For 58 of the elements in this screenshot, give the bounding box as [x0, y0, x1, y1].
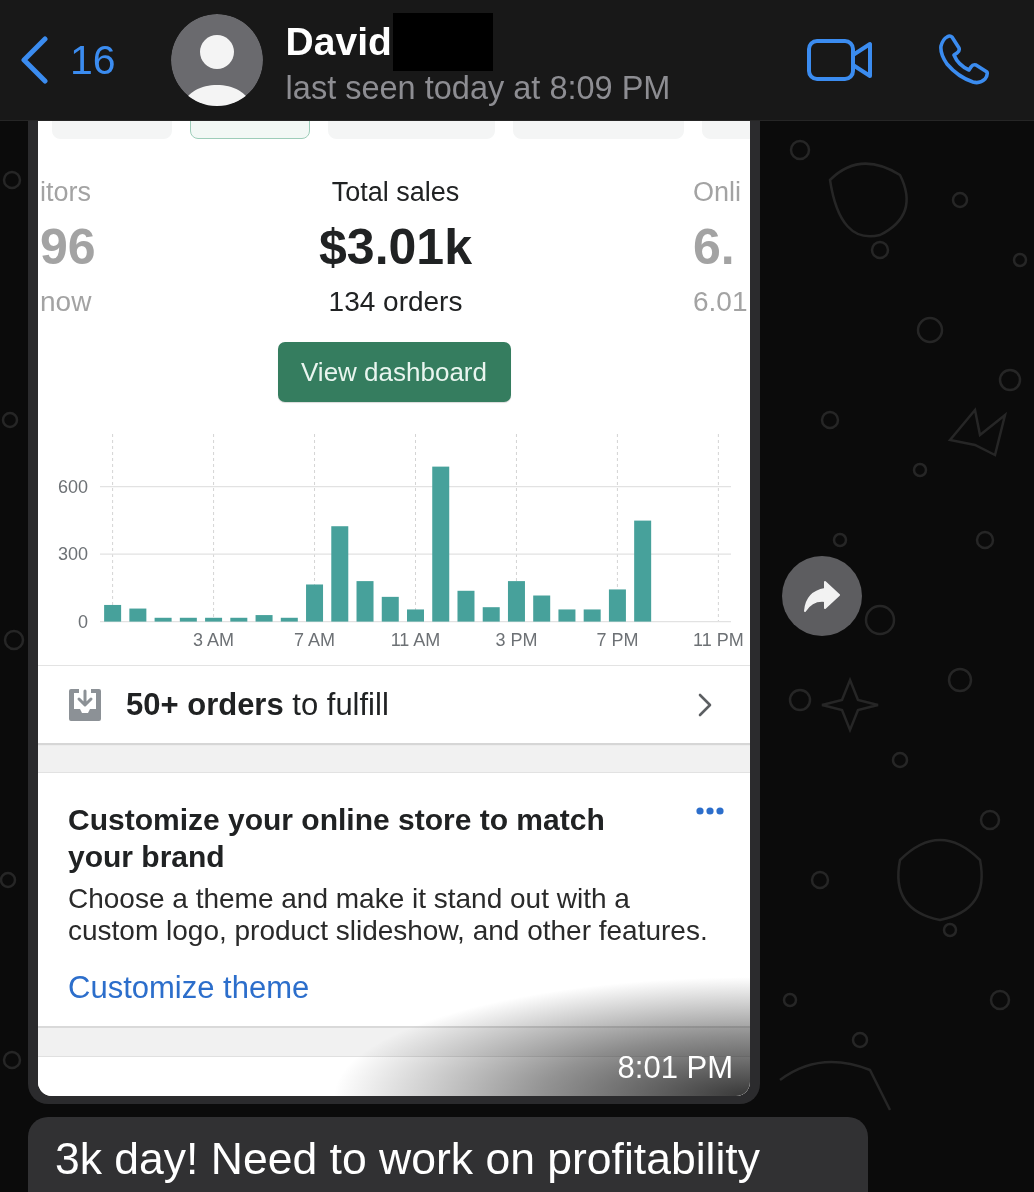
card-title: Customize your online store to match your brand: [68, 802, 606, 875]
axis-label: 3 AM: [193, 630, 235, 650]
metric-detail: 134 orders: [328, 286, 463, 318]
more-icon[interactable]: [696, 807, 724, 815]
axis-label: 11 PM: [693, 630, 744, 650]
chevron-right-icon: [698, 692, 712, 717]
axis-label: 11 AM: [390, 630, 441, 650]
customize-theme-link[interactable]: Customize theme: [68, 970, 310, 1006]
chart-bar: [533, 595, 551, 622]
chart-bar: [583, 609, 601, 622]
axis-label: 3 PM: [495, 630, 538, 650]
video-call-button[interactable]: [807, 38, 873, 82]
voice-call-button[interactable]: [938, 34, 990, 86]
metric-detail: 6.01: [693, 286, 748, 318]
chart-bar: [104, 604, 122, 622]
metric-label: Onli: [693, 176, 741, 208]
chart-bar: [230, 617, 248, 622]
chart-bar: [255, 615, 273, 622]
axis-label: 7 AM: [294, 630, 336, 650]
phone-icon: [938, 34, 990, 86]
orders-row[interactable]: 50+ orders to fulfill: [38, 666, 750, 743]
last-seen-status: last seen today at 8:09 PM: [285, 70, 671, 107]
chart-bar: [558, 609, 576, 622]
chart-bar: [407, 609, 424, 622]
forward-arrow-icon: [803, 579, 841, 612]
contact-name: David: [285, 20, 392, 64]
view-dashboard-button[interactable]: View dashboard: [277, 342, 511, 402]
orders-text: 50+ orders to fulfill: [126, 686, 390, 723]
message-time: 8:01 PM: [617, 1050, 733, 1086]
chart-bar: [482, 607, 500, 622]
chart-bar: [381, 596, 399, 622]
back-button[interactable]: 16: [20, 36, 116, 84]
metric-value: 96: [40, 219, 96, 275]
video-camera-icon: [807, 38, 873, 82]
inbox-download-icon: [68, 687, 102, 722]
chart-bar: [205, 617, 223, 622]
chart-bar: [129, 608, 147, 622]
chart-bar: [457, 590, 475, 622]
chevron-left-icon: [20, 36, 48, 84]
axis-label: 300: [57, 544, 88, 565]
metric-value: $3.01k: [319, 219, 472, 275]
chart-bar: [280, 617, 298, 622]
metric-label: Total sales: [331, 176, 460, 208]
card-description: Choose a theme and make it stand out with a custom logo, product slideshow, and other features.: [68, 883, 709, 947]
chart-bar: [507, 581, 525, 622]
metric-value: 6.: [693, 219, 735, 275]
axis-label: 600: [57, 476, 88, 497]
axis-label: 7 PM: [596, 630, 639, 650]
message-text: 3k day! Need to work on profitability: [28, 1117, 868, 1192]
axis-label: 0: [78, 611, 88, 632]
chart-bar: [608, 589, 626, 622]
avatar-icon[interactable]: [170, 14, 263, 106]
chart-bar: [306, 584, 324, 622]
chart-bar: [154, 617, 172, 622]
metric-detail: now: [40, 286, 92, 318]
metric-label: itors: [40, 176, 91, 208]
chart-bar: [356, 581, 374, 622]
chart-bar: [179, 617, 197, 622]
